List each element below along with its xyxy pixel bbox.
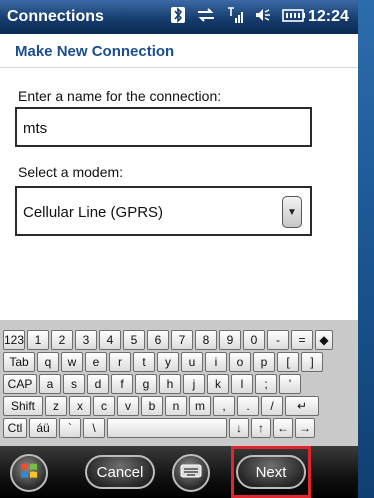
key[interactable]: / — [261, 396, 283, 416]
key[interactable]: j — [183, 374, 205, 394]
key[interactable]: Tab — [3, 352, 35, 372]
key[interactable]: CAP — [3, 374, 37, 394]
windows-logo-icon — [19, 461, 39, 486]
modem-select-value: Cellular Line (GPRS) — [23, 204, 164, 221]
keyboard-row-3: CAP a s d f g h j k l; ' — [3, 374, 301, 394]
start-button[interactable] — [10, 454, 48, 492]
key[interactable]: 9 — [219, 330, 241, 350]
key[interactable]: ◆ — [315, 330, 333, 350]
key[interactable]: x — [69, 396, 91, 416]
key[interactable]: f — [111, 374, 133, 394]
key[interactable]: l — [231, 374, 253, 394]
keyboard-row-4: Shift z x c v b n m,. / ↵ — [3, 396, 319, 416]
key[interactable]: n — [165, 396, 187, 416]
key[interactable]: . — [237, 396, 259, 416]
key[interactable]: e — [85, 352, 107, 372]
key[interactable]: ' — [279, 374, 301, 394]
key[interactable]: o — [229, 352, 251, 372]
key[interactable]: a — [39, 374, 61, 394]
key[interactable]: , — [213, 396, 235, 416]
key[interactable]: 0 — [243, 330, 265, 350]
key[interactable]: k — [207, 374, 229, 394]
key[interactable]: 1 — [27, 330, 49, 350]
key[interactable]: \ — [83, 418, 105, 438]
key[interactable]: = — [291, 330, 313, 350]
page-header: Make New Connection — [0, 34, 358, 68]
key[interactable]: w — [61, 352, 83, 372]
key[interactable]: 4 — [99, 330, 121, 350]
key[interactable]: → — [295, 418, 315, 438]
volume-icon — [254, 6, 272, 29]
key[interactable]: h — [159, 374, 181, 394]
chevron-down-icon[interactable]: ▼ — [282, 196, 302, 228]
modem-label: Select a modem: — [18, 164, 124, 180]
sync-icon — [196, 6, 216, 29]
key[interactable]: ↵ — [285, 396, 319, 416]
modem-select[interactable]: Cellular Line (GPRS) ▼ — [15, 186, 312, 236]
keyboard-row-1: 123 1 2 3 4 5 6 7 8 9 0- = ◆ — [3, 330, 333, 350]
cancel-button[interactable]: Cancel — [85, 455, 155, 489]
key[interactable]: p — [253, 352, 275, 372]
name-label: Enter a name for the connection: — [18, 88, 222, 104]
key[interactable]: i — [205, 352, 227, 372]
key[interactable]: 2 — [51, 330, 73, 350]
keyboard-row-2: Tab q w e r t y u i o p[] — [3, 352, 323, 372]
key[interactable]: b — [141, 396, 163, 416]
key[interactable]: g — [135, 374, 157, 394]
key[interactable]: u — [181, 352, 203, 372]
key[interactable]: 8 — [195, 330, 217, 350]
key[interactable]: Ctl — [3, 418, 27, 438]
keyboard-toggle-button[interactable] — [172, 454, 210, 492]
key[interactable]: - — [267, 330, 289, 350]
keyboard-row-5: Ctl áü ` \ ↓ ↑ ← → — [3, 418, 315, 438]
key[interactable]: z — [45, 396, 67, 416]
key[interactable]: y — [157, 352, 179, 372]
background-edge — [358, 0, 374, 498]
soft-keyboard: 123 1 2 3 4 5 6 7 8 9 0- = ◆ Tab q w e r t y u i o p[] CAP a s d f… — [0, 320, 358, 446]
key[interactable]: áü — [29, 418, 57, 438]
key[interactable]: t — [133, 352, 155, 372]
signal-icon — [226, 6, 244, 29]
key[interactable]: m — [189, 396, 211, 416]
connection-name-value: mts — [23, 120, 48, 137]
battery-icon — [282, 6, 306, 29]
key[interactable]: c — [93, 396, 115, 416]
key[interactable]: 3 — [75, 330, 97, 350]
key[interactable]: ↑ — [251, 418, 271, 438]
page-title: Make New Connection — [15, 43, 175, 60]
status-bar: Connections 12:24 — [0, 0, 358, 34]
key[interactable]: 6 — [147, 330, 169, 350]
key[interactable]: d — [87, 374, 109, 394]
key[interactable]: r — [109, 352, 131, 372]
key[interactable]: v — [117, 396, 139, 416]
status-icons — [170, 6, 306, 29]
key[interactable]: q — [37, 352, 59, 372]
next-button-highlight — [231, 446, 311, 498]
connection-name-field[interactable]: mts — [15, 107, 312, 147]
key[interactable]: 5 — [123, 330, 145, 350]
device-screen: Connections 12:24 Make New Connection En… — [0, 0, 358, 498]
key[interactable]: 7 — [171, 330, 193, 350]
key[interactable] — [107, 418, 227, 438]
key[interactable]: ↓ — [229, 418, 249, 438]
key[interactable]: s — [63, 374, 85, 394]
key[interactable]: [ — [277, 352, 299, 372]
key[interactable]: ; — [255, 374, 277, 394]
bluetooth-icon — [170, 6, 186, 29]
app-title: Connections — [7, 8, 104, 25]
key[interactable]: 123 — [3, 330, 25, 350]
key[interactable]: ` — [59, 418, 81, 438]
key[interactable]: Shift — [3, 396, 43, 416]
key[interactable]: ] — [301, 352, 323, 372]
keyboard-icon — [180, 464, 202, 483]
key[interactable]: ← — [273, 418, 293, 438]
clock: 12:24 — [308, 8, 349, 25]
